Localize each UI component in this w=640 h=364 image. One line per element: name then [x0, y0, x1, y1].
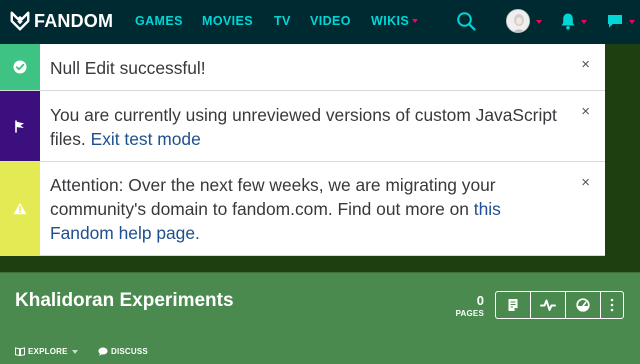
- page-background: [605, 44, 640, 273]
- avatar[interactable]: [506, 9, 530, 33]
- wiki-title[interactable]: Khalidoran Experiments: [15, 290, 234, 312]
- banner-warning-message: Attention: Over the next few weeks, we a…: [50, 173, 565, 245]
- nav-link-wikis[interactable]: WIKIS: [371, 14, 419, 28]
- banner-success-text: Null Edit successful!: [50, 58, 206, 78]
- nav-link-tv[interactable]: TV: [274, 14, 291, 28]
- chevron-down-icon: [71, 349, 78, 354]
- more-options-button[interactable]: [601, 292, 623, 318]
- checkmark-icon: [13, 60, 27, 74]
- avatar-chevron-down-icon[interactable]: [536, 20, 542, 24]
- banner-close-button[interactable]: ×: [581, 104, 590, 119]
- nav-link-movies[interactable]: MOVIES: [202, 14, 253, 28]
- book-icon: [15, 347, 25, 356]
- chevron-down-icon: [412, 18, 419, 23]
- pages-counter[interactable]: 0 PAGES: [452, 293, 484, 318]
- fandom-logo-text: FANDOM: [34, 10, 114, 31]
- explore-menu[interactable]: EXPLORE: [15, 347, 78, 356]
- flag-icon: [15, 120, 24, 133]
- dashboard-icon: [576, 298, 590, 312]
- banner-warning: Attention: Over the next few weeks, we a…: [0, 162, 605, 256]
- banner-warning-icon-cell: [0, 162, 40, 255]
- nav-link-wikis-label: WIKIS: [371, 14, 410, 28]
- global-navigation: FANDOM GAMES MOVIES TV VIDEO WIKIS: [0, 0, 640, 44]
- banner-close-button[interactable]: ×: [581, 175, 590, 190]
- recent-activity-button[interactable]: [531, 292, 566, 318]
- search-icon[interactable]: [456, 11, 477, 32]
- user-avatar-icon: [507, 10, 529, 32]
- message-icon[interactable]: [607, 13, 623, 29]
- community-header: Khalidoran Experiments 0 PAGES EXPLORE D…: [0, 272, 640, 364]
- activity-icon: [540, 299, 556, 311]
- pages-count-value: 0: [476, 293, 484, 308]
- warning-icon: [13, 202, 27, 215]
- add-page-button[interactable]: [496, 292, 531, 318]
- exit-test-mode-link[interactable]: Exit test mode: [91, 129, 201, 149]
- wiki-tools: [495, 291, 624, 319]
- more-vertical-icon: [610, 298, 614, 312]
- fandom-heart-icon: [10, 11, 30, 31]
- banner-warning-text: Attention: Over the next few weeks, we a…: [50, 175, 496, 219]
- admin-dashboard-button[interactable]: [566, 292, 601, 318]
- nav-link-video[interactable]: VIDEO: [310, 14, 351, 28]
- banner-close-button[interactable]: ×: [581, 57, 590, 72]
- discuss-label: DISCUSS: [111, 347, 148, 356]
- banner-success-icon-cell: [0, 44, 40, 90]
- banner-notify-message: You are currently using unreviewed versi…: [50, 103, 565, 151]
- banner-notify: You are currently using unreviewed versi…: [0, 91, 605, 162]
- banner-success: Null Edit successful! ×: [0, 44, 605, 91]
- fandom-logo[interactable]: FANDOM: [9, 9, 113, 33]
- speech-bubble-icon: [98, 347, 108, 356]
- messages-chevron-down-icon[interactable]: [629, 20, 635, 24]
- page-icon: [508, 299, 518, 311]
- explore-label: EXPLORE: [28, 347, 68, 356]
- pages-count-label: PAGES: [455, 309, 484, 318]
- nav-link-games[interactable]: GAMES: [135, 14, 183, 28]
- bell-icon[interactable]: [560, 12, 576, 30]
- discuss-link[interactable]: DISCUSS: [98, 347, 148, 356]
- banner-notify-icon-cell: [0, 91, 40, 161]
- notifications-chevron-down-icon[interactable]: [581, 20, 587, 24]
